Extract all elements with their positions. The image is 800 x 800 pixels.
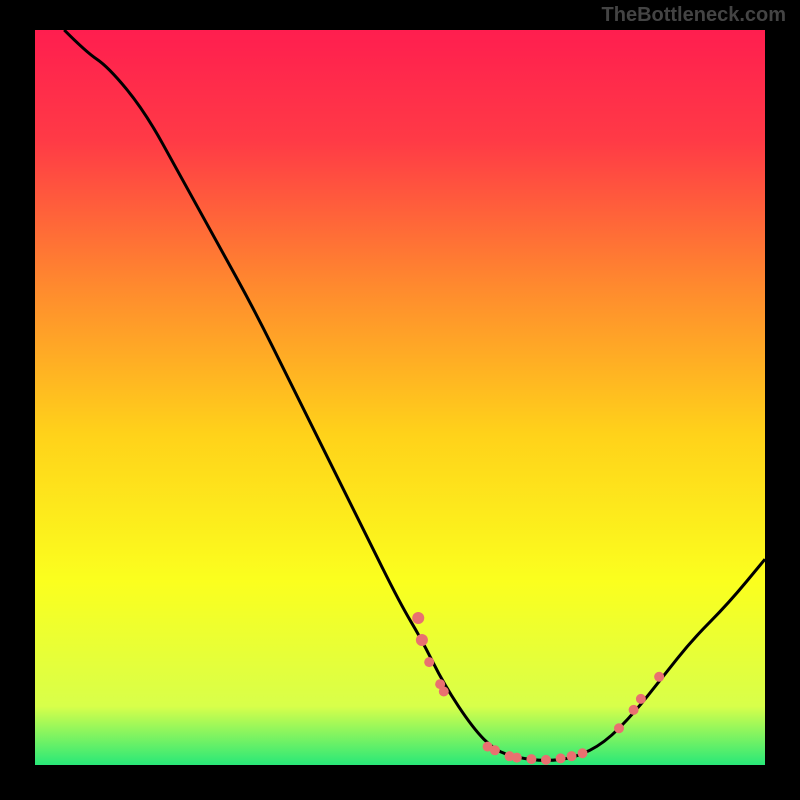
data-marker — [541, 755, 551, 765]
curve-layer — [35, 30, 765, 765]
plot-area — [35, 30, 765, 765]
bottleneck-curve — [64, 30, 765, 760]
data-marker — [578, 748, 588, 758]
data-marker — [439, 687, 449, 697]
data-marker — [412, 612, 424, 624]
data-marker — [629, 705, 639, 715]
data-marker — [526, 754, 536, 764]
data-marker — [556, 753, 566, 763]
data-marker — [416, 634, 428, 646]
watermark-text: TheBottleneck.com — [602, 4, 786, 27]
data-marker — [654, 672, 664, 682]
data-marker — [490, 745, 500, 755]
curve-markers — [412, 612, 664, 765]
data-marker — [567, 751, 577, 761]
data-marker — [636, 694, 646, 704]
data-marker — [424, 657, 434, 667]
data-marker — [512, 753, 522, 763]
data-marker — [614, 723, 624, 733]
